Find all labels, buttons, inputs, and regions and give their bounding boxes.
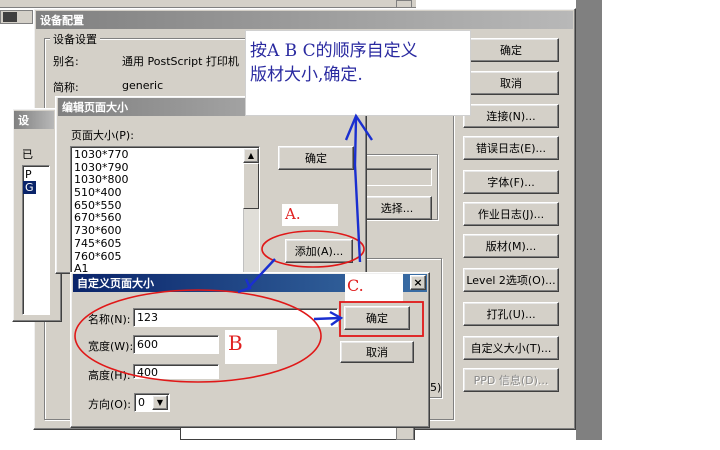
ellipse-add	[261, 230, 365, 268]
highlight-ok	[339, 301, 424, 337]
ellipse-fields	[74, 289, 322, 383]
arrow-down-left-head	[237, 278, 252, 294]
arrow-up-head	[344, 113, 373, 141]
annotation-overlay	[74, 113, 424, 383]
arrow-right-to-ok	[313, 316, 341, 321]
arrow-down-left	[247, 258, 276, 289]
